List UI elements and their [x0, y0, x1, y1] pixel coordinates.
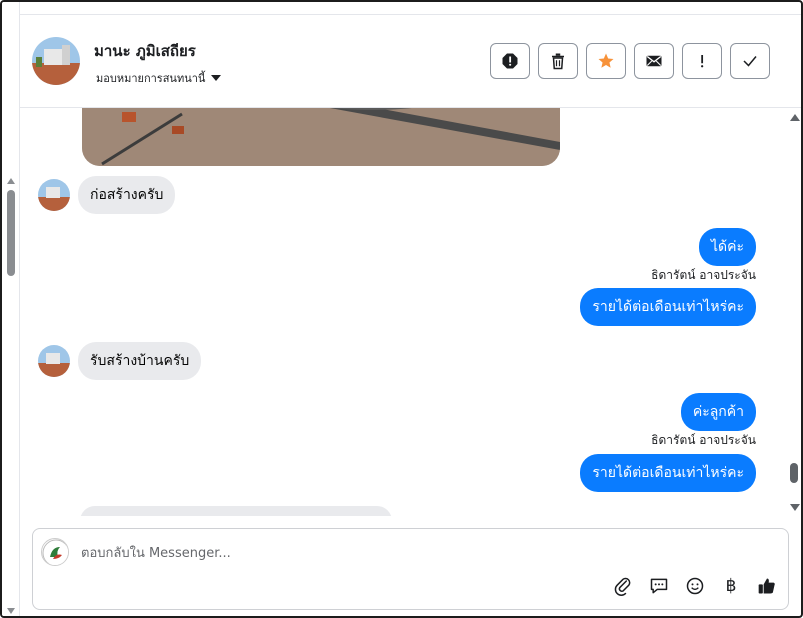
scrollbar-thumb[interactable] [7, 190, 15, 276]
star-button[interactable] [586, 43, 626, 79]
thumbs-up-icon [758, 578, 775, 594]
star-icon [598, 53, 614, 68]
check-icon [743, 56, 757, 67]
shared-photo[interactable] [82, 108, 560, 166]
exclamation-icon [701, 55, 704, 68]
scrollbar-thumb[interactable] [790, 463, 798, 483]
assign-conversation-dropdown[interactable]: มอบหมายการสนทนานี้ [96, 69, 222, 87]
spam-button[interactable] [490, 43, 530, 79]
emoji-icon [686, 577, 704, 595]
message-bubble[interactable]: รับสร้างบ้านครับ [78, 342, 202, 380]
message-list[interactable]: ก่อสร้างครับ ได้ค่ะ ธิดารัตน์ อาจประจัน … [20, 108, 788, 516]
emoji-button[interactable] [684, 575, 706, 597]
reply-input[interactable] [81, 543, 771, 563]
page-logo [41, 538, 69, 566]
scroll-up-arrow[interactable] [790, 114, 800, 121]
saved-replies-button[interactable] [648, 575, 670, 597]
incoming-message: รับสร้างบ้านครับ [38, 342, 202, 380]
paperclip-icon [614, 577, 631, 596]
envelope-icon [646, 55, 662, 67]
incoming-message: ก่อสร้างครับ [38, 176, 176, 214]
outgoing-message[interactable]: รายได้ต่อเดือนเท่าไหร่คะ [580, 288, 756, 326]
outgoing-message[interactable]: ค่ะลูกค้า [680, 393, 756, 431]
alert-octagon-icon [502, 53, 518, 69]
composer-tools: ฿ [612, 575, 778, 597]
chat-scrollbar[interactable] [788, 108, 801, 518]
speech-bubble-icon [650, 578, 668, 594]
contact-avatar[interactable] [38, 345, 70, 377]
baht-icon: ฿ [725, 576, 737, 596]
message-bubble[interactable]: ก่อสร้างครับ [78, 176, 176, 214]
left-scrollbar[interactable] [2, 2, 20, 616]
header-actions [490, 43, 770, 79]
contact-name[interactable]: มานะ ภูมิเสถียร [94, 39, 196, 63]
payment-button[interactable]: ฿ [720, 575, 742, 597]
sender-name: ธิดารัตน์ อาจประจัน [651, 268, 756, 282]
mark-unread-button[interactable] [634, 43, 674, 79]
incoming-message-partial[interactable] [80, 506, 392, 516]
messenger-window: มานะ ภูมิเสถียร มอบหมายการสนทนานี้ ก่อสร… [0, 0, 803, 618]
follow-up-button[interactable] [682, 43, 722, 79]
delete-button[interactable] [538, 43, 578, 79]
like-button[interactable] [756, 575, 778, 597]
contact-avatar[interactable] [32, 37, 80, 85]
contact-avatar[interactable] [38, 179, 70, 211]
mark-done-button[interactable] [730, 43, 770, 79]
reply-composer: ฿ [32, 528, 789, 610]
trash-icon [552, 53, 564, 70]
scroll-down-arrow[interactable] [790, 504, 800, 511]
scroll-up-arrow[interactable] [7, 178, 15, 184]
assign-label: มอบหมายการสนทนานี้ [96, 72, 206, 85]
sender-name: ธิดารัตน์ อาจประจัน [651, 433, 756, 447]
outgoing-message[interactable]: รายได้ต่อเดือนเท่าไหร่คะ [580, 454, 756, 492]
conversation-header: มานะ ภูมิเสถียร มอบหมายการสนทนานี้ [20, 14, 801, 108]
scroll-down-arrow[interactable] [7, 608, 15, 614]
outgoing-message[interactable]: ได้ค่ะ [698, 228, 756, 266]
caret-down-icon [211, 75, 222, 81]
attach-button[interactable] [612, 575, 634, 597]
